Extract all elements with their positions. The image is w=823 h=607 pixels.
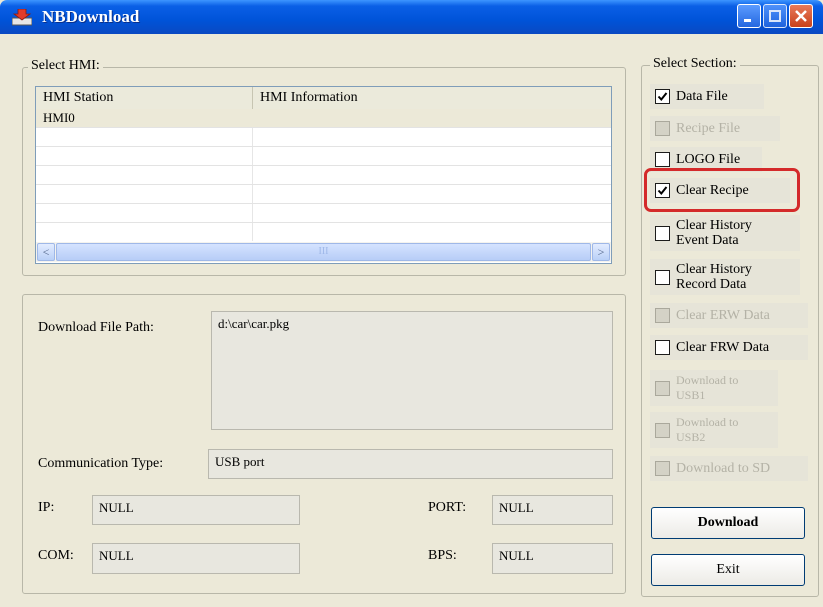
checkbox-icon <box>655 308 670 323</box>
clear-history-record-checkbox[interactable]: Clear History Record Data <box>650 259 800 295</box>
download-file-path-field[interactable]: d:\car\car.pkg <box>211 311 613 430</box>
clear-history-record-line2: Record Data <box>676 277 747 292</box>
minimize-button[interactable] <box>737 4 761 28</box>
download-to-usb1-line2: USB1 <box>676 388 706 402</box>
table-row <box>36 204 611 223</box>
exit-button[interactable]: Exit <box>651 554 805 586</box>
checkbox-icon <box>655 422 670 438</box>
download-to-usb1-label: Download to USB1 <box>676 373 738 403</box>
data-file-checkbox[interactable]: Data File <box>650 84 764 109</box>
download-file-path-label: Download File Path: <box>38 320 154 335</box>
window-title: NBDownload <box>42 7 140 26</box>
select-hmi-label: Select HMI: <box>28 58 103 74</box>
clear-frw-data-checkbox[interactable]: Clear FRW Data <box>650 335 808 360</box>
communication-type-field[interactable]: USB port <box>208 449 613 479</box>
checkbox-icon <box>655 121 670 136</box>
download-to-usb2-checkbox[interactable]: Download to USB2 <box>650 412 778 448</box>
scroll-left-button[interactable]: < <box>37 243 55 261</box>
bps-label: BPS: <box>428 548 457 563</box>
download-to-usb2-line2: USB2 <box>676 430 706 444</box>
bps-field[interactable]: NULL <box>492 543 613 574</box>
table-row <box>36 128 611 147</box>
checkbox-icon <box>655 340 670 355</box>
clear-history-event-line2: Event Data <box>676 233 739 248</box>
port-label: PORT: <box>428 500 467 515</box>
checkbox-icon <box>655 225 670 241</box>
clear-history-event-line1: Clear History <box>676 218 752 233</box>
clear-history-event-checkbox[interactable]: Clear History Event Data <box>650 215 800 251</box>
download-to-usb1-line1: Download to <box>676 373 739 387</box>
select-section-label: Select Section: <box>650 56 740 72</box>
checkbox-icon <box>655 269 670 285</box>
table-row <box>36 147 611 166</box>
maximize-button[interactable] <box>763 4 787 28</box>
hmi-list-header: HMI Station HMI Information <box>36 87 611 110</box>
clear-frw-data-label: Clear FRW Data <box>676 339 770 355</box>
scroll-right-button[interactable]: > <box>592 243 610 261</box>
download-to-sd-label: Download to SD <box>676 460 771 476</box>
ip-label: IP: <box>38 500 55 515</box>
scroll-thumb[interactable]: III <box>56 243 591 261</box>
recipe-file-label: Recipe File <box>676 120 741 136</box>
download-to-usb2-label: Download to USB2 <box>676 415 738 445</box>
checkbox-icon <box>655 152 670 167</box>
table-row <box>36 185 611 204</box>
checkbox-icon <box>655 380 670 396</box>
highlight-annotation <box>644 168 800 212</box>
data-file-label: Data File <box>676 88 728 104</box>
title-bar[interactable]: NBDownload <box>0 0 823 34</box>
communication-type-label: Communication Type: <box>38 456 164 471</box>
ip-field[interactable]: NULL <box>92 495 300 525</box>
clear-erw-data-label: Clear ERW Data <box>676 307 770 323</box>
com-field[interactable]: NULL <box>92 543 300 574</box>
hmi-station-cell: HMI0 <box>43 110 75 125</box>
com-label: COM: <box>38 548 74 563</box>
hmi-list[interactable]: HMI Station HMI Information HMI0 < III > <box>35 86 612 264</box>
clear-history-event-label: Clear History Event Data <box>676 218 752 248</box>
checkbox-icon <box>655 461 670 476</box>
table-row <box>36 166 611 185</box>
download-to-usb1-checkbox[interactable]: Download to USB1 <box>650 370 778 406</box>
download-to-usb2-line1: Download to <box>676 415 739 429</box>
horizontal-scrollbar[interactable]: < III > <box>36 242 611 262</box>
column-hmi-information[interactable]: HMI Information <box>253 87 611 109</box>
logo-file-label: LOGO File <box>676 151 741 167</box>
download-button[interactable]: Download <box>651 507 805 539</box>
close-button[interactable] <box>789 4 813 28</box>
checkbox-checked-icon <box>655 89 670 104</box>
clear-history-record-label: Clear History Record Data <box>676 262 752 292</box>
table-row[interactable]: HMI0 <box>36 109 611 128</box>
download-to-sd-checkbox[interactable]: Download to SD <box>650 456 808 481</box>
clear-erw-data-checkbox[interactable]: Clear ERW Data <box>650 303 808 328</box>
port-field[interactable]: NULL <box>492 495 613 525</box>
nbdownload-window: NBDownload Select HMI: HMI Station HMI I… <box>0 0 823 607</box>
column-hmi-station[interactable]: HMI Station <box>36 87 253 109</box>
recipe-file-checkbox[interactable]: Recipe File <box>650 116 780 141</box>
app-icon <box>11 8 33 26</box>
clear-history-record-line1: Clear History <box>676 262 752 277</box>
